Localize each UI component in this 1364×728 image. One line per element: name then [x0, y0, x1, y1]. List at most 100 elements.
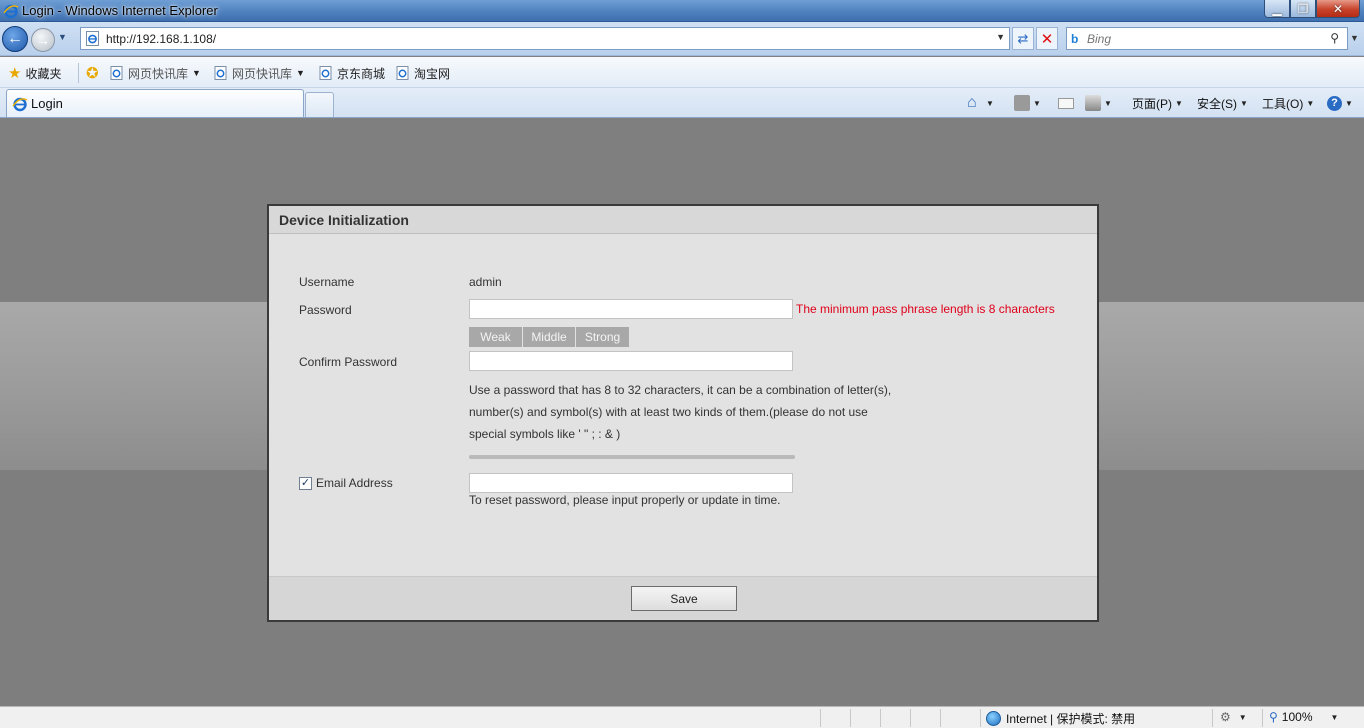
email-checkbox[interactable]: ✓ [299, 476, 312, 490]
favorite-item-webslice-1[interactable]: 网页快讯库 ▼ [110, 64, 201, 82]
help-menu-button[interactable]: ? ▼ [1327, 93, 1353, 113]
status-separator [910, 709, 911, 727]
forward-button[interactable]: → [31, 28, 55, 52]
help-icon: ? [1327, 95, 1342, 111]
hint-line: Use a password that has 8 to 32 characte… [469, 383, 892, 397]
window-title: Login - Windows Internet Explorer [22, 3, 218, 18]
address-dropdown-icon[interactable]: ▼ [996, 32, 1005, 42]
rss-feed-icon [1014, 95, 1030, 111]
favorites-button[interactable]: ★ 收藏夹 [8, 64, 61, 82]
close-icon: ✕ [1332, 1, 1344, 16]
checkmark-icon: ✓ [300, 476, 311, 489]
search-icon[interactable]: ⚲ [1330, 31, 1339, 45]
password-input[interactable] [470, 300, 792, 318]
chevron-down-icon: ▼ [1330, 712, 1339, 722]
ie-page-icon [110, 66, 123, 80]
email-hint: To reset password, please input properly… [469, 493, 781, 507]
favorite-item-label: 京东商城 [337, 66, 386, 81]
close-window-button[interactable]: ✕ [1316, 0, 1360, 18]
history-dropdown-icon[interactable]: ▼ [58, 32, 67, 42]
feeds-button[interactable]: ▼ [1014, 93, 1041, 113]
mail-icon [1058, 97, 1074, 109]
stop-button[interactable]: ✕ [1036, 27, 1058, 50]
tab-login[interactable]: Login [6, 89, 304, 117]
password-field[interactable] [469, 299, 793, 319]
status-separator [820, 709, 821, 727]
home-button[interactable]: ⌂ ▼ [967, 93, 994, 113]
favorites-label: 收藏夹 [25, 66, 62, 81]
password-error-message: The minimum pass phrase length is 8 char… [796, 302, 1055, 316]
favorite-item-jd[interactable]: 京东商城 [319, 64, 385, 82]
search-dropdown-icon[interactable]: ▼ [1350, 33, 1359, 43]
safety-menu-label: 安全(S) [1197, 96, 1237, 111]
confirm-password-input[interactable] [470, 352, 792, 370]
chevron-down-icon: ▼ [1240, 98, 1248, 108]
refresh-icon: ⇄ [1017, 30, 1029, 46]
address-bar[interactable]: http://192.168.1.108/ ▼ [80, 27, 1010, 50]
zoom-icon: ⚲ [1269, 710, 1278, 724]
add-favorite-icon: ✪ [86, 65, 99, 82]
refresh-button[interactable]: ⇄ [1012, 27, 1034, 50]
status-separator [1212, 709, 1213, 727]
search-input[interactable] [1087, 30, 1317, 48]
chevron-down-icon: ▼ [1306, 98, 1315, 108]
restore-button[interactable]: ❐ [1290, 0, 1316, 18]
password-strength-meter: Weak Middle Strong [469, 327, 629, 347]
print-button[interactable]: ▼ [1085, 93, 1112, 113]
favorite-item-taobao[interactable]: 淘宝网 [396, 64, 450, 82]
chevron-down-icon: ▼ [1238, 712, 1247, 722]
ie-page-icon [214, 66, 227, 80]
tab-label: Login [31, 96, 63, 111]
back-button[interactable]: ← [2, 26, 28, 52]
status-bar: Internet | 保护模式: 禁用 ⚙ ▼ ⚲ 100% ▼ [0, 706, 1364, 728]
search-box[interactable]: b ⚲ [1066, 27, 1348, 50]
zoom-level: 100% [1281, 710, 1313, 724]
email-checkbox-row[interactable]: ✓ Email Address [299, 476, 393, 490]
security-zone-label: Internet | 保护模式: 禁用 [1006, 712, 1136, 726]
device-initialization-dialog: Device Initialization Username admin Pas… [267, 204, 1099, 622]
page-icon [86, 31, 99, 46]
strength-middle: Middle [523, 327, 575, 347]
hint-line: special symbols like ' " ; : & ) [469, 427, 621, 441]
dialog-header: Device Initialization [269, 206, 1097, 234]
tools-menu-label: 工具(O) [1262, 96, 1304, 111]
status-separator [850, 709, 851, 727]
dialog-body: Username admin Password The minimum pass… [269, 235, 1097, 576]
hint-line: number(s) and symbol(s) with at least tw… [469, 405, 868, 419]
security-zone[interactable]: Internet | 保护模式: 禁用 [986, 710, 1135, 727]
page-menu-button[interactable]: 页面(P) ▼ [1132, 93, 1183, 113]
confirm-password-field[interactable] [469, 351, 793, 371]
password-label: Password [299, 303, 352, 317]
address-url[interactable]: http://192.168.1.108/ [106, 32, 216, 46]
printer-icon [1085, 95, 1101, 111]
ie-page-icon [396, 66, 409, 80]
dialog-footer: Save [269, 576, 1097, 620]
chevron-down-icon: ▼ [986, 98, 994, 108]
read-mail-button[interactable] [1058, 93, 1074, 113]
navigation-bar: ← → ▼ http://192.168.1.108/ ▼ ⇄ ✕ b ⚲ ▼ [0, 22, 1364, 56]
chevron-down-icon: ▼ [1033, 98, 1041, 108]
tools-menu-button[interactable]: 工具(O) ▼ [1262, 93, 1314, 113]
zoom-button[interactable]: ⚲ 100% ▼ [1269, 710, 1338, 724]
favorite-item-label: 网页快讯库 [128, 66, 189, 81]
chevron-down-icon: ▼ [192, 68, 201, 78]
chevron-down-icon: ▼ [1104, 98, 1112, 108]
window-controls: ▁ ❐ ✕ [1264, 0, 1360, 18]
dialog-title: Device Initialization [279, 212, 409, 228]
favorites-star-icon: ★ [8, 65, 22, 82]
chevron-down-icon: ▼ [296, 68, 305, 78]
username-label: Username [299, 275, 355, 289]
protected-mode-button[interactable]: ⚙ ▼ [1220, 710, 1247, 724]
safety-menu-button[interactable]: 安全(S) ▼ [1197, 93, 1248, 113]
new-tab-button[interactable] [305, 92, 334, 117]
strength-weak: Weak [469, 327, 522, 347]
add-favorite-button[interactable]: ✪ [86, 64, 99, 82]
arrow-right-icon: → [36, 32, 50, 48]
save-button[interactable]: Save [631, 586, 737, 611]
ie-logo-icon [12, 97, 28, 112]
chevron-down-icon: ▼ [1345, 98, 1353, 108]
page-content: Device Initialization Username admin Pas… [0, 119, 1364, 705]
minimize-button[interactable]: ▁ [1264, 0, 1290, 18]
section-divider [469, 455, 795, 459]
favorite-item-webslice-2[interactable]: 网页快讯库 ▼ [214, 64, 305, 82]
